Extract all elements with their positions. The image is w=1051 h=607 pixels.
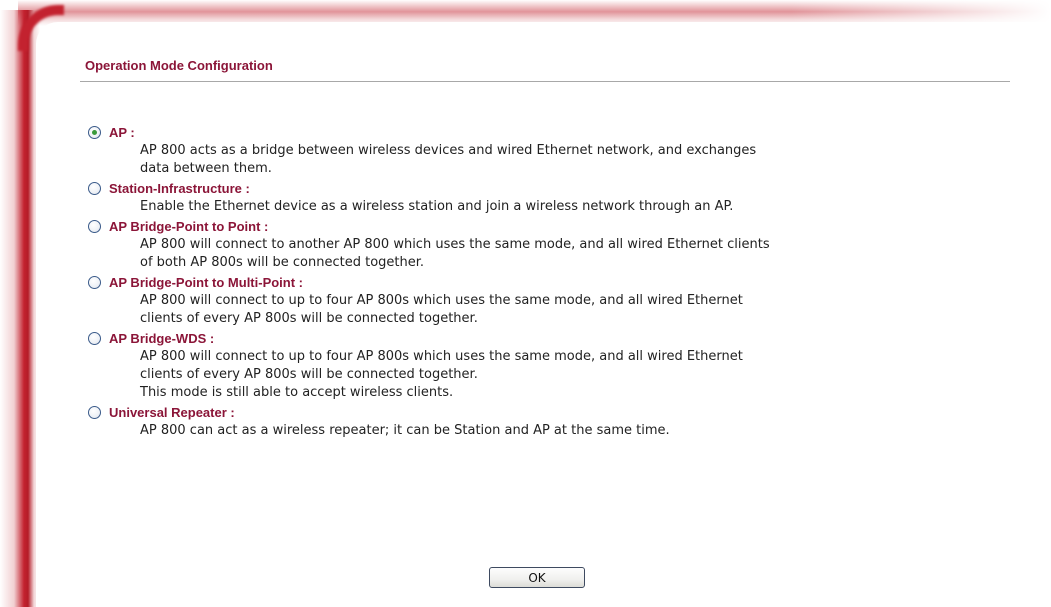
radio-ap[interactable]	[88, 125, 101, 139]
mode-description: Enable the Ethernet device as a wireless…	[140, 198, 1020, 216]
description-line: Enable the Ethernet device as a wireless…	[140, 199, 734, 214]
mode-description: AP 800 acts as a bridge between wireless…	[140, 142, 1020, 178]
mode-option-ap-bridge-point-to-point: AP Bridge-Point to Point : AP 800 will c…	[88, 216, 1008, 272]
description-line: AP 800 will connect to up to four AP 800…	[140, 349, 743, 364]
description-line: AP 800 will connect to another AP 800 wh…	[140, 237, 770, 252]
frame-left-border	[0, 10, 40, 607]
mode-label: AP Bridge-Point to Point :	[109, 218, 269, 234]
title-divider	[80, 81, 1010, 82]
mode-option-ap: AP : AP 800 acts as a bridge between wir…	[88, 122, 1008, 178]
mode-label: Station-Infrastructure :	[109, 180, 250, 196]
description-line: AP 800 will connect to up to four AP 800…	[140, 293, 743, 308]
radio-universal-repeater[interactable]	[88, 405, 101, 419]
radio-station-infrastructure[interactable]	[88, 181, 101, 195]
description-line: AP 800 acts as a bridge between wireless…	[140, 143, 757, 158]
radio-ap-bridge-wds[interactable]	[88, 331, 101, 345]
operation-mode-list: AP : AP 800 acts as a bridge between wir…	[88, 122, 1008, 440]
mode-label: AP :	[109, 124, 135, 140]
mode-option-universal-repeater: Universal Repeater : AP 800 can act as a…	[88, 402, 1008, 440]
ok-button[interactable]: OK	[489, 567, 585, 588]
mode-label: AP Bridge-WDS :	[109, 330, 215, 346]
mode-description: AP 800 will connect to another AP 800 wh…	[140, 236, 1020, 272]
mode-label: AP Bridge-Point to Multi-Point :	[109, 274, 304, 290]
description-line: data between them.	[140, 161, 272, 176]
mode-option-ap-bridge-wds: AP Bridge-WDS : AP 800 will connect to u…	[88, 328, 1008, 402]
mode-description: AP 800 can act as a wireless repeater; i…	[140, 422, 1020, 440]
radio-ap-bridge-point-to-point[interactable]	[88, 219, 101, 233]
mode-description: AP 800 will connect to up to four AP 800…	[140, 348, 1020, 402]
description-line: clients of every AP 800s will be connect…	[140, 367, 478, 382]
mode-description: AP 800 will connect to up to four AP 800…	[140, 292, 1020, 328]
description-line: of both AP 800s will be connected togeth…	[140, 255, 425, 270]
radio-ap-bridge-point-to-multi-point[interactable]	[88, 275, 101, 289]
mode-option-ap-bridge-point-to-multi-point: AP Bridge-Point to Multi-Point : AP 800 …	[88, 272, 1008, 328]
page-title: Operation Mode Configuration	[85, 58, 273, 73]
description-line: clients of every AP 800s will be connect…	[140, 311, 478, 326]
mode-option-station-infrastructure: Station-Infrastructure : Enable the Ethe…	[88, 178, 1008, 216]
mode-label: Universal Repeater :	[109, 404, 235, 420]
description-line: AP 800 can act as a wireless repeater; i…	[140, 423, 670, 438]
description-line: This mode is still able to accept wirele…	[140, 385, 454, 400]
